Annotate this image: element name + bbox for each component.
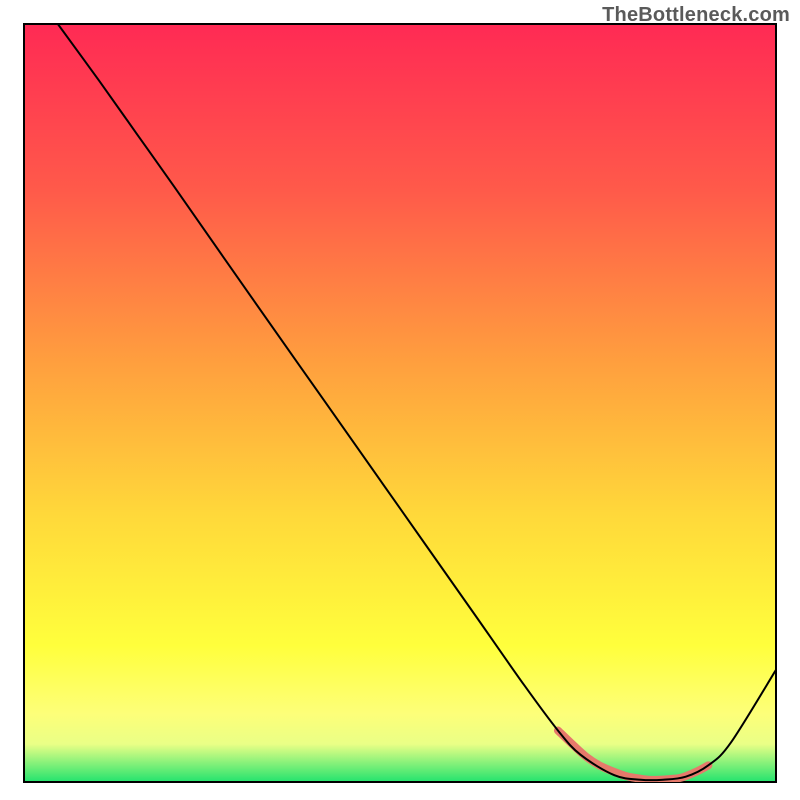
bottleneck-chart bbox=[0, 0, 800, 800]
chart-container: TheBottleneck.com bbox=[0, 0, 800, 800]
gradient-background bbox=[24, 24, 776, 782]
